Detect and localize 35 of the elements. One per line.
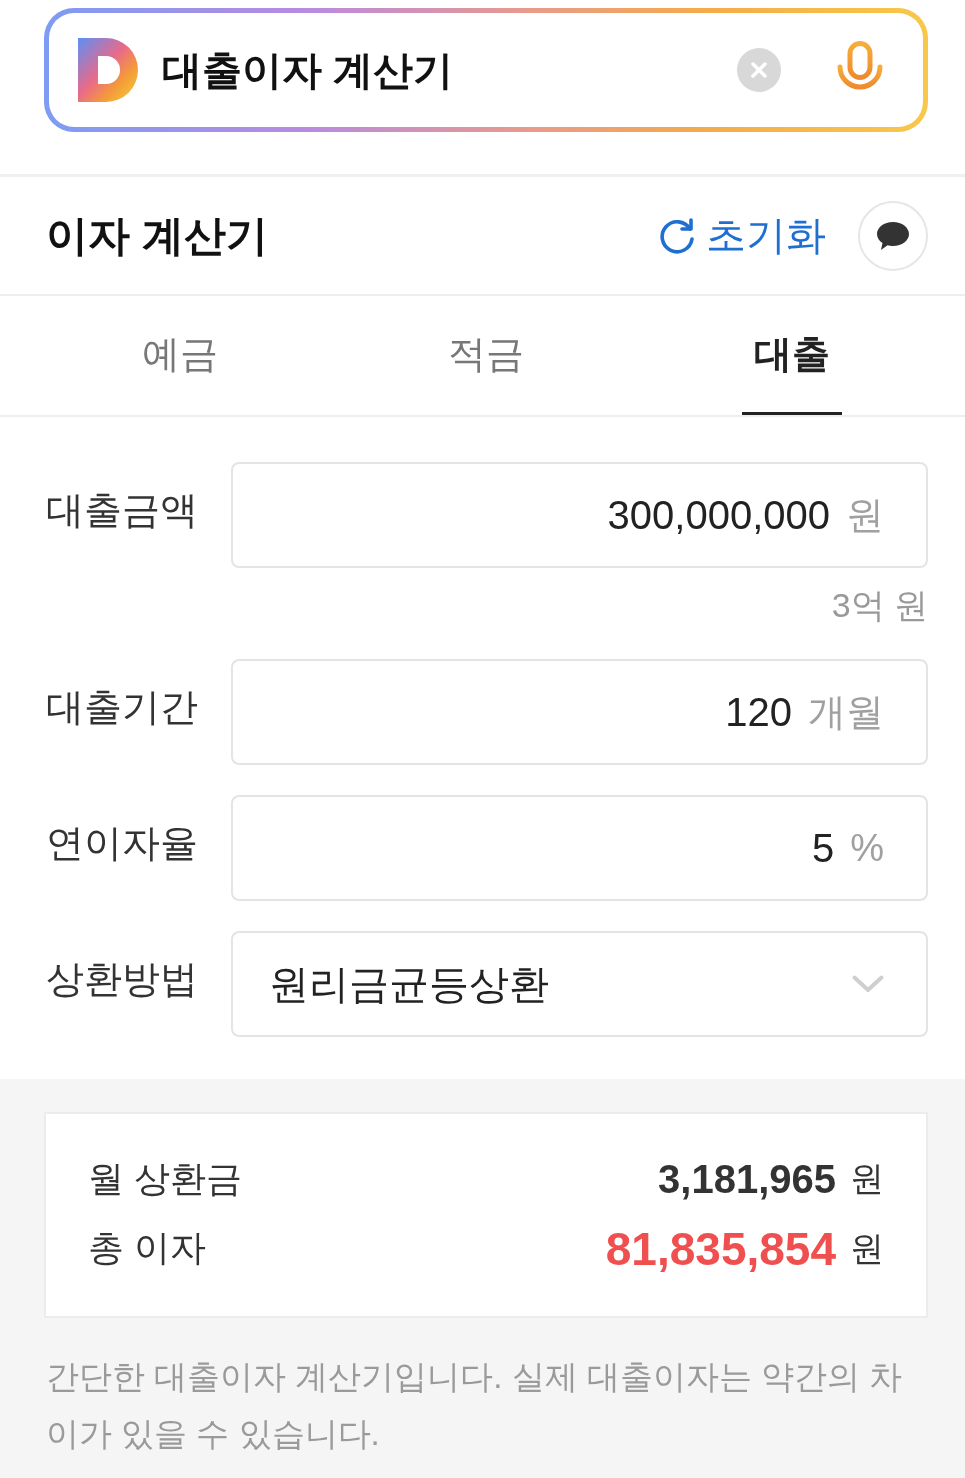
field-label: 상환방법: [46, 956, 199, 1002]
amount-hint: 3억 원: [831, 586, 928, 625]
field-value: 300,000,000: [607, 492, 830, 538]
unit-label: 원: [846, 492, 884, 538]
tab[interactable]: 대출: [742, 296, 842, 415]
clear-icon: [737, 48, 781, 92]
result-label: 월 상환금: [88, 1156, 243, 1201]
unit-label: 원: [850, 1158, 884, 1199]
dropdown-field[interactable]: 원리금균등상환: [231, 931, 928, 1037]
input-field[interactable]: 300,000,000 원: [231, 462, 928, 568]
input-field[interactable]: 120 개월: [231, 659, 928, 765]
input-field[interactable]: 5 %: [231, 795, 928, 901]
chevron-down-icon: [852, 975, 884, 993]
result-value: 81,835,854: [605, 1221, 836, 1276]
selected-option: 원리금균등상환: [269, 956, 852, 1012]
unit-label: %: [850, 826, 884, 870]
result-label: 총 이자: [88, 1226, 207, 1270]
field-label: 연이자율: [46, 820, 199, 866]
tab[interactable]: 적금: [436, 296, 536, 415]
field-value: 120: [725, 689, 792, 735]
speech-bubble-icon: [876, 220, 910, 251]
result-value: 3,181,965: [658, 1156, 836, 1202]
unit-label: 원: [850, 1227, 884, 1269]
search-query: 대출이자 계산기: [162, 46, 455, 94]
letter-d-logo-icon: [78, 38, 138, 102]
field-label: 대출기간: [46, 684, 199, 730]
clear-button[interactable]: [737, 48, 781, 92]
field-value: 5: [811, 825, 835, 871]
reset-button[interactable]: 초기화: [658, 208, 826, 263]
unit-label: 개월: [808, 689, 884, 735]
tab[interactable]: 예금: [130, 296, 230, 415]
refresh-icon: [658, 216, 696, 255]
field-label: 대출금액: [46, 487, 199, 533]
disclaimer-text: 간단한 대출이자 계산기입니다. 실제 대출이자는 약간의 차이가 있을 수 있습니다.: [46, 1357, 904, 1454]
calculator-title: 이자 계산기: [46, 210, 269, 261]
